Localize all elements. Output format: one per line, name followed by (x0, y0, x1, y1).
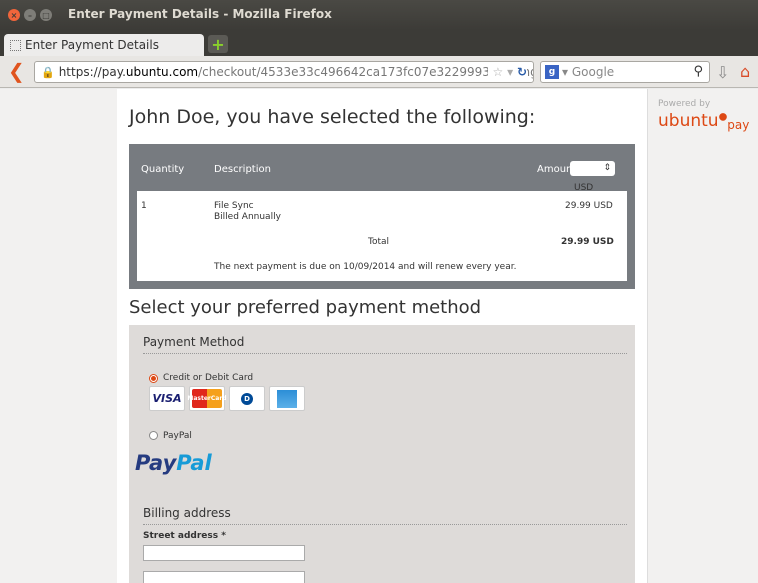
amex-icon (269, 386, 305, 411)
order-table-header: Quantity Description Amount USD ⇕ (129, 144, 635, 193)
visa-text: VISA (152, 392, 182, 405)
bookmark-star-icon[interactable]: ☆ (492, 65, 503, 79)
url-prefix: https://pay. (58, 65, 126, 79)
home-icon[interactable]: ⌂ (740, 62, 750, 81)
payment-heading: Select your preferred payment method (129, 297, 482, 318)
page-icon (10, 39, 21, 51)
row-price: 29.99 USD (565, 201, 613, 211)
search-icon[interactable]: ⚲ (693, 64, 703, 79)
stepper-icon: ⇕ (603, 163, 611, 173)
new-tab-button[interactable]: + (208, 35, 228, 54)
search-placeholder: Google (571, 65, 615, 79)
back-button[interactable]: ❮ (8, 61, 28, 81)
payment-method-label: Payment Method (143, 335, 245, 349)
ubuntu-pay-logo: ubuntu●pay (658, 111, 750, 132)
page-heading: John Doe, you have selected the followin… (129, 106, 536, 128)
renewal-note: The next payment is due on 10/09/2014 an… (214, 262, 517, 272)
mastercard-icon: MasterCard (187, 386, 227, 411)
google-icon[interactable]: g (545, 65, 559, 79)
url-domain: ubuntu.com (125, 65, 199, 79)
powered-by-label: Powered by (658, 99, 711, 109)
mastercard-text: MasterCard (187, 389, 227, 408)
logo-sub: pay (727, 118, 750, 132)
minimize-window-icon[interactable]: – (24, 9, 36, 21)
paypal-radio[interactable] (149, 431, 158, 440)
powered-by-sidebar: Powered by ubuntu●pay (647, 89, 758, 583)
row-description: File Sync (214, 201, 254, 211)
row-billing: Billed Annually (214, 212, 281, 222)
row-quantity: 1 (141, 201, 147, 211)
paypal-logo-b: Pal (176, 451, 212, 475)
paypal-logo: PayPal (135, 451, 212, 475)
street-address-2-input[interactable] (143, 571, 305, 583)
col-description: Description (214, 164, 271, 175)
checkout-main: John Doe, you have selected the followin… (117, 89, 647, 583)
col-quantity: Quantity (141, 164, 185, 175)
billing-address-label: Billing address (143, 506, 231, 520)
paypal-logo-a: Pay (135, 451, 177, 475)
refresh-icon[interactable]: ↻ (517, 65, 527, 79)
total-value: 29.99 USD (561, 237, 614, 247)
logo-text: ubuntu (658, 111, 719, 131)
window-titlebar: × – □ Enter Payment Details - Mozilla Fi… (0, 0, 758, 30)
currency-select[interactable]: USD ⇕ (570, 161, 615, 193)
close-window-icon[interactable]: × (8, 9, 20, 21)
url-bar[interactable]: 🔒 https://pay. ubuntu.com/checkout/4533e3… (34, 61, 534, 83)
search-bar[interactable]: g ▾ Google ⚲ (540, 61, 710, 83)
maximize-window-icon[interactable]: □ (40, 9, 52, 21)
order-table-body: 1 File Sync Billed Annually 29.99 USD To… (137, 191, 627, 281)
tab-bar: Enter Payment Details + (0, 30, 758, 56)
street-address-input[interactable] (143, 545, 305, 561)
dropdown-icon[interactable]: ▾ (507, 65, 513, 79)
tab-label: Enter Payment Details (25, 38, 159, 52)
url-path: /checkout/4533e33c496642ca173fc07e322999… (198, 65, 534, 79)
search-engine-dropdown-icon[interactable]: ▾ (562, 65, 572, 79)
order-summary-table: Quantity Description Amount USD ⇕ 1 File… (129, 144, 635, 289)
download-icon[interactable]: ⇩ (716, 63, 729, 82)
divider (143, 353, 627, 354)
divider (143, 524, 627, 525)
tab-enter-payment-details[interactable]: Enter Payment Details (4, 34, 204, 56)
lock-icon: 🔒 (41, 65, 55, 79)
window-title: Enter Payment Details - Mozilla Firefox (68, 7, 332, 21)
total-label: Total (368, 237, 390, 247)
street-address-label: Street address * (143, 531, 226, 541)
paypal-option-label[interactable]: PayPal (163, 431, 192, 441)
navigation-bar: ❮ 🔒 https://pay. ubuntu.com/checkout/4533… (0, 56, 758, 88)
card-option-label[interactable]: Credit or Debit Card (163, 373, 253, 383)
visa-icon: VISA (149, 386, 185, 411)
page-content: John Doe, you have selected the followin… (0, 89, 758, 583)
diners-club-icon: D (229, 386, 265, 411)
card-radio[interactable] (149, 374, 158, 383)
